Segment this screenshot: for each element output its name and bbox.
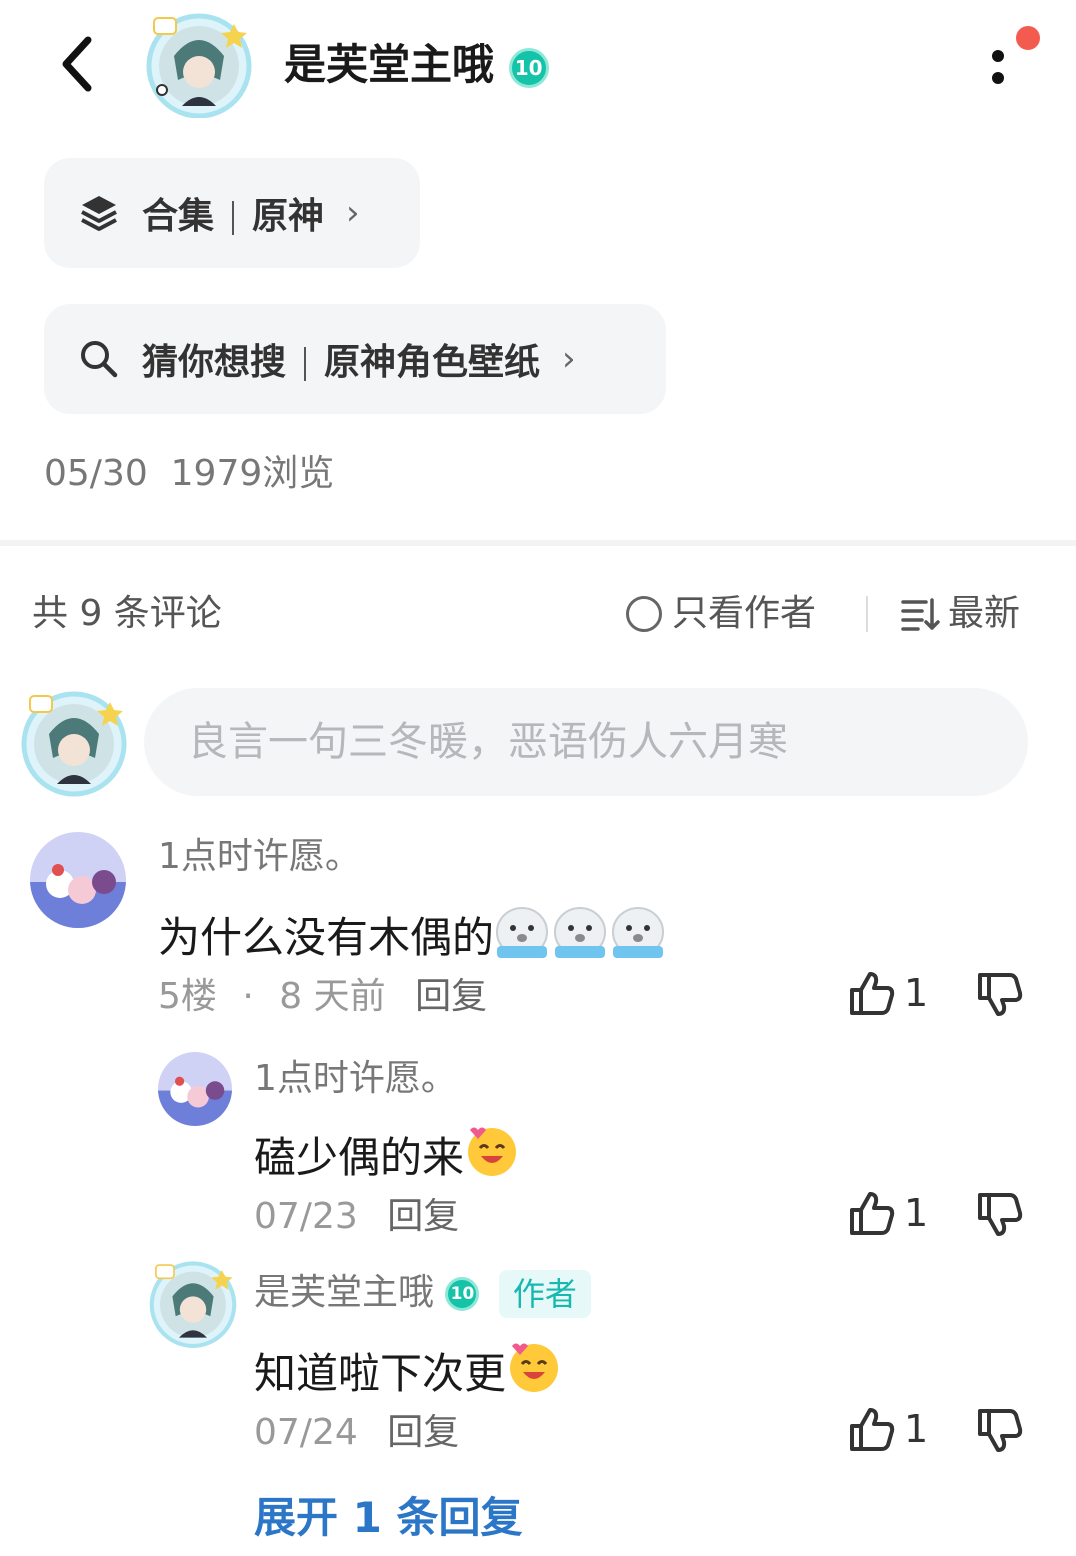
avatar[interactable]	[30, 832, 126, 928]
post-date: 05/30	[44, 453, 148, 494]
dislike-button[interactable]	[976, 972, 1024, 1022]
chevron-right-icon: ›	[562, 339, 576, 379]
suggested-search-chip[interactable]: 猜你想搜 原神角色壁纸 ›	[44, 304, 666, 414]
reply-button[interactable]: 回复	[387, 1196, 459, 1237]
notification-dot	[1016, 26, 1040, 50]
author-name[interactable]: 是芙堂主哦	[284, 40, 494, 89]
reply-meta: 07/23 回复	[254, 1192, 459, 1242]
comment-user-name[interactable]: 1点时许愿。	[158, 832, 361, 882]
avatar[interactable]	[158, 1052, 232, 1126]
sort-button[interactable]: 最新	[900, 588, 1020, 640]
thumbs-down-icon	[978, 1409, 1023, 1452]
only-author-label: 只看作者	[672, 593, 817, 634]
comment-count: 共 9 条评论	[32, 593, 222, 634]
happy-face-emoji-icon	[506, 1338, 562, 1410]
happy-face-emoji-icon	[464, 1122, 520, 1194]
like-count: 1	[904, 971, 929, 1015]
collection-chip[interactable]: 合集 原神 ›	[44, 158, 420, 268]
my-avatar	[16, 686, 132, 798]
like-count: 1	[904, 1191, 929, 1235]
layers-icon	[81, 196, 117, 231]
sort-icon	[901, 598, 940, 631]
level-badge: 10	[445, 1277, 480, 1311]
thumbs-up-icon	[850, 1408, 895, 1451]
only-author-toggle[interactable]: 只看作者	[626, 588, 816, 640]
reply-text: 知道啦下次更	[254, 1338, 562, 1410]
crying-seal-emoji-icon	[494, 900, 668, 976]
reply-user-name[interactable]: 1点时许愿。	[254, 1054, 457, 1104]
dislike-button[interactable]	[976, 1192, 1024, 1242]
thumbs-up-icon	[850, 972, 895, 1015]
thumbs-up-icon	[850, 1192, 895, 1235]
reply-body: 知道啦下次更	[254, 1349, 507, 1398]
reply-date: 07/23	[254, 1196, 358, 1237]
thumbs-down-icon	[978, 1193, 1023, 1236]
reply-text: 磕少偶的来	[254, 1122, 520, 1194]
avatar[interactable]	[146, 1258, 240, 1348]
thumbs-down-icon	[978, 973, 1023, 1016]
level-badge: 10	[508, 47, 549, 88]
comment-meta: 5楼 · 8 天前 回复	[158, 976, 488, 1017]
chevron-left-icon	[62, 36, 92, 92]
reply-meta: 07/24 回复	[254, 1408, 459, 1458]
reply-date: 07/24	[254, 1412, 358, 1453]
floor-number: 5楼	[158, 976, 217, 1017]
section-divider	[0, 540, 1076, 546]
author-avatar[interactable]	[142, 10, 256, 119]
reply-body: 磕少偶的来	[254, 1133, 465, 1182]
comment-time: 8 天前	[279, 976, 386, 1017]
dislike-button[interactable]	[976, 1408, 1024, 1458]
suggested-search-label: 猜你想搜 原神角色壁纸	[142, 342, 541, 383]
reply-button[interactable]: 回复	[415, 976, 487, 1017]
author-tag: 作者	[498, 1270, 591, 1318]
comment-input[interactable]	[144, 688, 1028, 796]
search-icon	[81, 341, 118, 378]
like-button[interactable]: 1	[848, 1190, 928, 1236]
reply-button[interactable]: 回复	[387, 1412, 459, 1453]
comment-body: 为什么没有木偶的	[158, 913, 495, 962]
like-button[interactable]: 1	[848, 1406, 928, 1452]
post-meta: 05/30 1979浏览	[44, 448, 334, 500]
chevron-right-icon: ›	[346, 193, 360, 233]
reply-user-row[interactable]: 是芙堂主哦 10 作者	[254, 1268, 591, 1318]
post-views: 1979浏览	[170, 453, 335, 494]
expand-replies-link[interactable]: 展开 1 条回复	[254, 1488, 522, 1548]
collection-label: 合集 原神	[142, 196, 325, 237]
like-count: 1	[904, 1407, 929, 1451]
reply-user-name[interactable]: 是芙堂主哦	[254, 1272, 434, 1313]
radio-icon	[626, 596, 662, 632]
author-name-row[interactable]: 是芙堂主哦 10	[284, 34, 549, 96]
sort-label: 最新	[948, 593, 1021, 634]
back-button[interactable]	[48, 30, 104, 98]
comment-text: 为什么没有木偶的	[158, 900, 668, 976]
header-separator	[866, 596, 868, 632]
like-button[interactable]: 1	[848, 970, 928, 1016]
